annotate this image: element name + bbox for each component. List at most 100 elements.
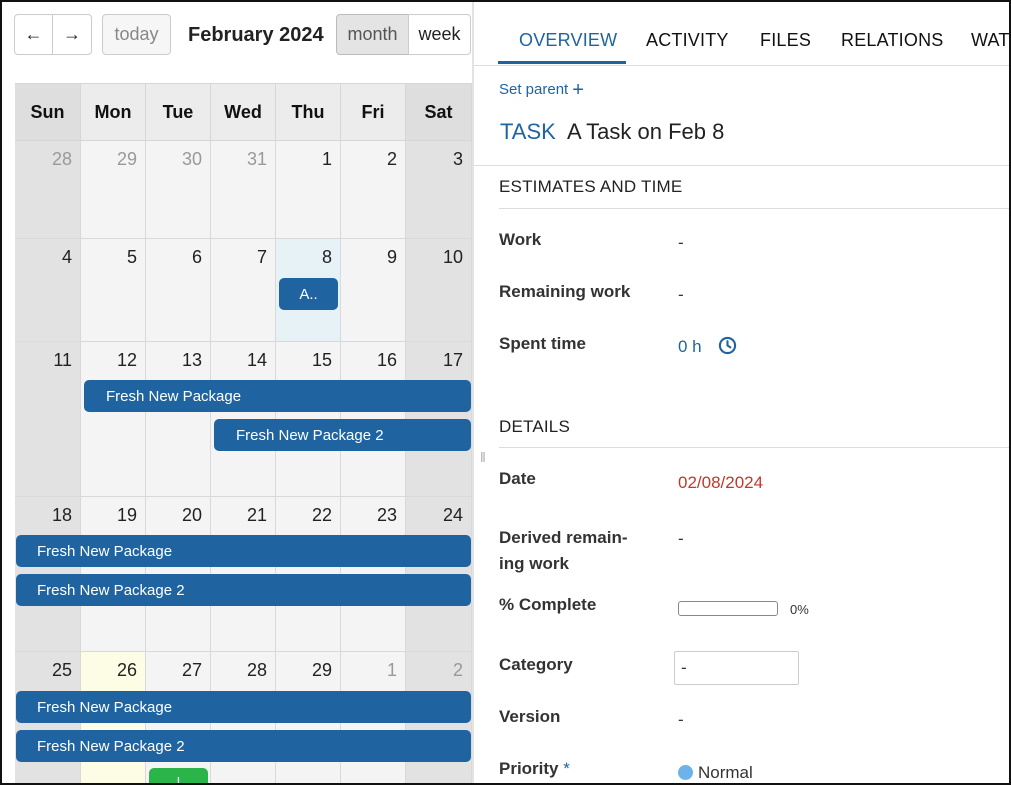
- day-cell[interactable]: 7: [211, 239, 276, 342]
- day-cell[interactable]: 11: [15, 342, 81, 497]
- day-number: 9: [386, 247, 397, 267]
- day-number: 1: [321, 149, 332, 169]
- day-cell[interactable]: 1: [276, 141, 341, 239]
- day-cell[interactable]: 12: [81, 342, 146, 497]
- derived-label-line-2: ing work: [499, 554, 569, 573]
- day-number: 20: [181, 505, 202, 525]
- remaining-work-value[interactable]: -: [678, 285, 684, 305]
- day-number: 1: [386, 660, 397, 680]
- prev-month-button[interactable]: ←: [14, 14, 53, 55]
- calendar-event[interactable]: A..: [279, 278, 338, 310]
- day-number: 13: [181, 350, 202, 370]
- day-number: 10: [442, 247, 463, 267]
- day-cell[interactable]: 5: [81, 239, 146, 342]
- day-number: 3: [452, 149, 463, 169]
- required-asterisk: *: [563, 759, 570, 778]
- day-cell[interactable]: 6: [146, 239, 211, 342]
- derived-remaining-work-value: -: [678, 529, 684, 548]
- day-cell[interactable]: 30: [146, 141, 211, 239]
- day-number: 19: [116, 505, 137, 525]
- arrow-left-icon: ←: [24, 24, 43, 44]
- spent-time-label: Spent time: [499, 334, 586, 353]
- day-number: 11: [53, 350, 72, 370]
- day-number: 29: [311, 660, 332, 680]
- divider: [474, 165, 1009, 166]
- set-parent-label: Set parent: [499, 81, 569, 98]
- arrow-right-icon: →: [63, 24, 81, 44]
- day-number: 29: [116, 149, 137, 169]
- day-number: 21: [246, 505, 267, 525]
- divider: [499, 208, 1009, 209]
- remaining-work-label: Remaining work: [499, 282, 631, 301]
- tab-overview[interactable]: OVERVIEW: [519, 30, 617, 51]
- set-parent-link[interactable]: Set parent +: [499, 80, 584, 100]
- calendar-event[interactable]: Fresh New Package: [84, 380, 471, 412]
- day-number: 2: [452, 660, 463, 680]
- version-value[interactable]: -: [678, 710, 684, 730]
- calendar-event[interactable]: Fresh New Package: [16, 691, 471, 723]
- weekday-header: Thu: [276, 83, 341, 141]
- today-button[interactable]: today: [102, 14, 171, 55]
- month-view-button[interactable]: month: [336, 14, 409, 55]
- day-number: 15: [311, 350, 332, 370]
- progress-bar[interactable]: [678, 601, 778, 616]
- day-cell[interactable]: 28: [15, 141, 81, 239]
- day-number: 24: [442, 505, 463, 525]
- day-cell[interactable]: 29: [81, 141, 146, 239]
- day-number: 28: [246, 660, 267, 680]
- day-cell[interactable]: 9: [341, 239, 406, 342]
- day-number: 2: [386, 149, 397, 169]
- week-view-button[interactable]: week: [408, 14, 471, 55]
- work-label: Work: [499, 230, 542, 249]
- day-number: 28: [51, 149, 72, 169]
- calendar-event[interactable]: Fresh New Package 2: [214, 419, 471, 451]
- derived-remaining-work-label: Derived remain- ing work: [499, 525, 628, 577]
- day-cell[interactable]: 31: [211, 141, 276, 239]
- priority-label: Priority *: [499, 756, 570, 782]
- day-number: 14: [246, 350, 267, 370]
- divider: [499, 447, 1009, 448]
- calendar-event[interactable]: |: [149, 768, 208, 783]
- day-number: 30: [181, 149, 202, 169]
- calendar-event[interactable]: Fresh New Package 2: [16, 574, 471, 606]
- calendar-event[interactable]: Fresh New Package 2: [16, 730, 471, 762]
- work-package-subject[interactable]: A Task on Feb 8: [567, 119, 724, 145]
- percent-complete-value: 0%: [790, 602, 809, 617]
- work-value[interactable]: -: [678, 233, 684, 253]
- tab-watchers[interactable]: WATC: [971, 30, 1009, 51]
- tab-bar: OVERVIEW ACTIVITY FILES RELATIONS WATC: [474, 2, 1009, 66]
- tab-files[interactable]: FILES: [760, 30, 811, 51]
- day-number: 18: [51, 505, 72, 525]
- weekday-header: Wed: [211, 83, 276, 141]
- day-cell[interactable]: 10: [406, 239, 472, 342]
- next-month-button[interactable]: →: [52, 14, 92, 55]
- day-number: 17: [442, 350, 463, 370]
- tab-relations[interactable]: RELATIONS: [841, 30, 944, 51]
- day-cell[interactable]: 3: [406, 141, 472, 239]
- work-package-type[interactable]: TASK: [500, 119, 556, 145]
- day-number: 16: [376, 350, 397, 370]
- priority-label-text: Priority: [499, 759, 559, 778]
- day-number: 5: [126, 247, 137, 267]
- date-value[interactable]: 02/08/2024: [678, 473, 763, 493]
- section-title-details: DETAILS: [499, 417, 570, 436]
- section-title-estimates: ESTIMATES AND TIME: [499, 177, 683, 196]
- day-number: 22: [311, 505, 332, 525]
- day-number: 6: [191, 247, 202, 267]
- weekday-header: Tue: [146, 83, 211, 141]
- spent-time-value[interactable]: 0 h: [678, 337, 702, 357]
- day-number: 4: [61, 247, 72, 267]
- day-number: 27: [181, 660, 202, 680]
- day-cell[interactable]: 4: [15, 239, 81, 342]
- priority-value[interactable]: Normal: [698, 763, 753, 783]
- category-field[interactable]: -: [674, 651, 799, 685]
- weekday-header: Mon: [81, 83, 146, 141]
- calendar-event[interactable]: Fresh New Package: [16, 535, 471, 567]
- app-frame: ← → today February 2024 month week Sun M…: [0, 0, 1011, 785]
- day-cell[interactable]: 13: [146, 342, 211, 497]
- tab-activity[interactable]: ACTIVITY: [646, 30, 729, 51]
- work-package-panel: OVERVIEW ACTIVITY FILES RELATIONS WATC S…: [474, 2, 1009, 783]
- percent-complete-label: % Complete: [499, 595, 597, 614]
- clock-icon[interactable]: [718, 336, 737, 355]
- day-cell[interactable]: 2: [341, 141, 406, 239]
